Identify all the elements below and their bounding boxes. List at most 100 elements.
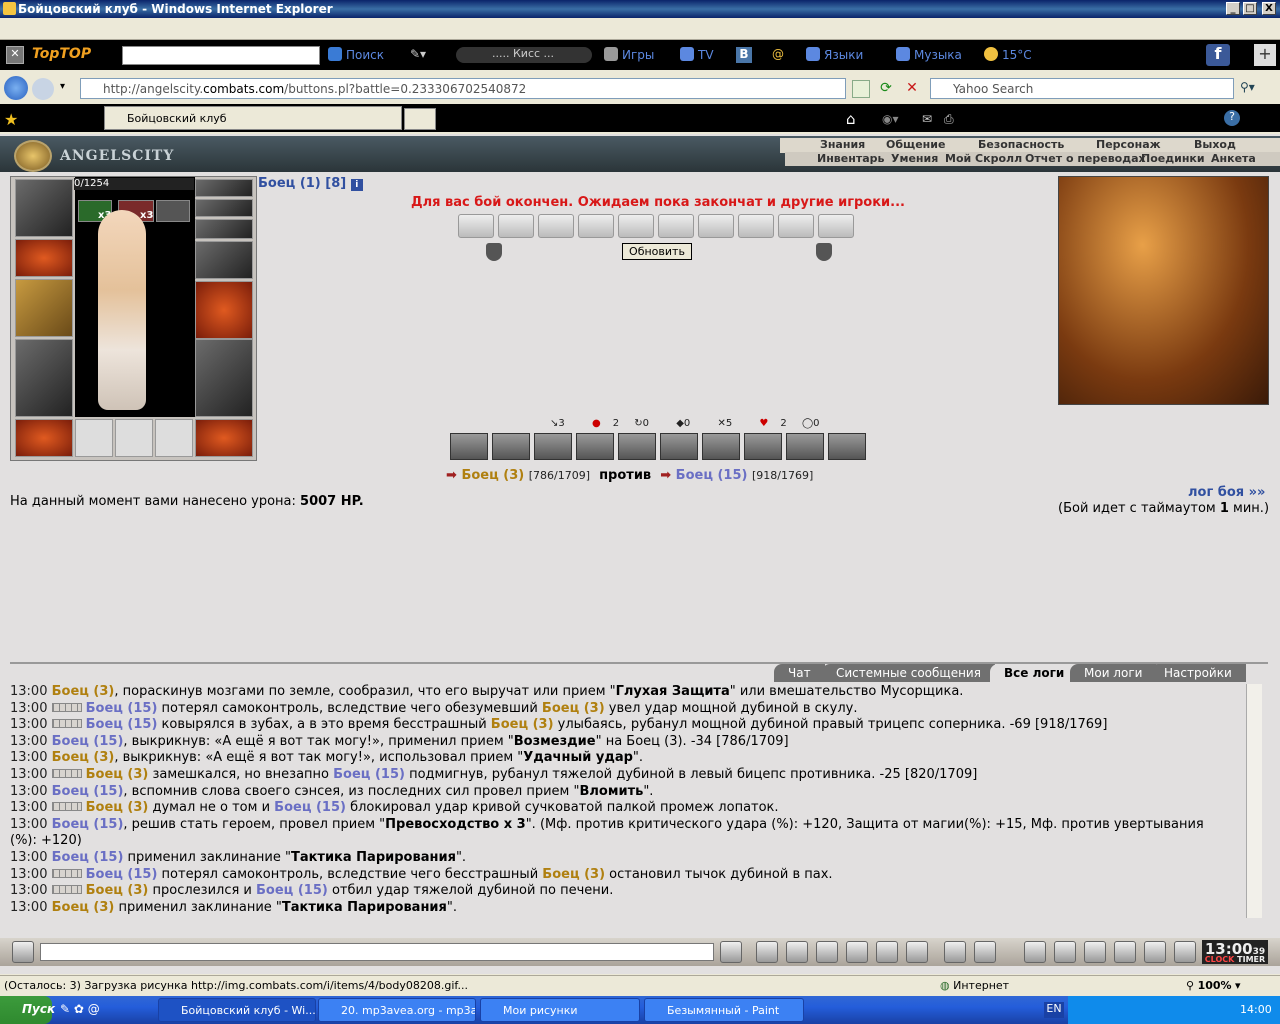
home-icon[interactable]: ⌂ — [846, 110, 856, 128]
scroll-slot-4[interactable] — [578, 214, 614, 238]
amulet-slot[interactable] — [195, 199, 253, 217]
bracers-slot[interactable] — [15, 239, 73, 277]
yahoo-search-input[interactable]: Yahoo Search — [930, 78, 1234, 99]
fighter-icon[interactable] — [846, 941, 868, 963]
clear-icon[interactable] — [756, 941, 778, 963]
tab-chat[interactable]: Чат — [774, 664, 825, 682]
history-dropdown-icon[interactable]: ▾ — [60, 81, 65, 92]
forward-button[interactable] — [32, 78, 54, 100]
back-button[interactable] — [4, 76, 28, 100]
quicklaunch-icons[interactable]: ✎ ✿ @ — [60, 1002, 100, 1016]
help-icon[interactable]: ? — [1224, 110, 1240, 126]
clan-icon[interactable] — [974, 941, 996, 963]
task-paint[interactable]: Безымянный - Paint — [644, 998, 804, 1022]
pen-tool-icon[interactable]: ✎▾ — [410, 47, 440, 63]
shield-slot[interactable] — [195, 281, 253, 339]
language-indicator[interactable]: EN — [1044, 1002, 1064, 1018]
skill-slot-8[interactable] — [744, 433, 782, 460]
filter-icon[interactable] — [786, 941, 808, 963]
effect-icon-3[interactable] — [156, 200, 190, 222]
vk-icon[interactable]: B — [736, 47, 752, 63]
submenu-profile[interactable]: Анкета — [1211, 152, 1256, 165]
rings-slot[interactable] — [195, 219, 253, 239]
toolbar-languages[interactable]: Языки — [806, 47, 863, 62]
skill-slot-4[interactable] — [576, 433, 614, 460]
favorites-star-icon[interactable]: ★ — [4, 110, 18, 129]
toolbar-search-input[interactable] — [122, 46, 320, 65]
menu-exit[interactable]: Выход — [1194, 138, 1236, 151]
pocket-slot-1[interactable] — [75, 419, 113, 457]
skill-slot-5[interactable] — [618, 433, 656, 460]
submenu-inventory[interactable]: Инвентарь — [817, 152, 884, 165]
minimize-button[interactable]: _ — [1226, 2, 1240, 15]
scroll-slot-3[interactable] — [538, 214, 574, 238]
submenu-battles[interactable]: Поединки — [1141, 152, 1205, 165]
pocket-slot-3[interactable] — [155, 419, 193, 457]
toptop-logo[interactable]: TopTOP — [32, 46, 91, 62]
mail-toolbar-icon[interactable]: ✉ — [922, 112, 932, 126]
skill-slot-10[interactable] — [828, 433, 866, 460]
quests-icon[interactable] — [1114, 941, 1136, 963]
submenu-my-scroll[interactable]: Мой Скролл — [945, 152, 1022, 165]
sound-icon[interactable] — [906, 941, 928, 963]
scroll-slot-6[interactable] — [658, 214, 694, 238]
search-go-icon[interactable]: ⚲▾ — [1240, 80, 1270, 98]
scroll-slot-7[interactable] — [698, 214, 734, 238]
toolbar-tv[interactable]: TV — [680, 47, 714, 62]
add-icon[interactable]: + — [1254, 44, 1276, 66]
tab-system-messages[interactable]: Системные сообщения — [822, 664, 995, 682]
toolbar-music[interactable]: Музыка — [896, 47, 962, 62]
media-player[interactable]: ..... Кисс ... — [456, 47, 592, 63]
submenu-transfer-report[interactable]: Отчет о переводах — [1025, 152, 1146, 165]
friends-icon[interactable] — [1084, 941, 1106, 963]
skill-slot-2[interactable] — [492, 433, 530, 460]
maximize-button[interactable]: □ — [1243, 2, 1257, 15]
task-combats[interactable]: Бойцовский клуб - Wi... — [158, 998, 316, 1022]
player1-name[interactable]: Боец (3) — [461, 468, 524, 483]
facebook-icon[interactable]: f — [1206, 44, 1230, 66]
scroll-slot-8[interactable] — [738, 214, 774, 238]
armor-slot[interactable] — [15, 339, 73, 417]
smiley-icon[interactable] — [944, 941, 966, 963]
close-button[interactable]: X — [1262, 2, 1276, 15]
info-icon[interactable]: i — [350, 179, 363, 191]
player2-name[interactable]: Боец (15) — [676, 468, 748, 483]
save-icon[interactable] — [816, 941, 838, 963]
refresh-button[interactable]: Обновить — [622, 243, 692, 260]
fighter-name[interactable]: Боец (1) [8] i — [258, 176, 363, 191]
earrings-slot[interactable] — [195, 179, 253, 197]
submenu-skills[interactable]: Умения — [891, 152, 938, 165]
bag-icon[interactable] — [1024, 941, 1046, 963]
toolbar-games[interactable]: Игры — [604, 47, 654, 62]
chat-input[interactable] — [40, 943, 714, 961]
scroll-slot-9[interactable] — [778, 214, 814, 238]
compat-icon[interactable] — [852, 80, 870, 98]
tab-my-logs[interactable]: Мои логи — [1070, 664, 1157, 682]
skill-slot-3[interactable] — [534, 433, 572, 460]
log-scrollbar[interactable] — [1246, 684, 1262, 918]
tab-settings[interactable]: Настройки — [1150, 664, 1246, 682]
scroll-slot-10[interactable] — [818, 214, 854, 238]
battle-log-link[interactable]: лог боя »» — [1188, 485, 1265, 500]
menu-character[interactable]: Персонаж — [1096, 138, 1161, 151]
address-bar[interactable]: http://angelscity.combats.com/buttons.pl… — [80, 78, 846, 99]
feeds-icon[interactable]: ◉▾ — [882, 112, 899, 126]
toolbar-weather[interactable]: 15°C — [984, 47, 1032, 62]
scroll-slot-5[interactable] — [618, 214, 654, 238]
boots-slot[interactable] — [195, 419, 253, 457]
pocket-slot-2[interactable] — [115, 419, 153, 457]
lock-icon[interactable] — [1144, 941, 1166, 963]
scroll-slot-2[interactable] — [498, 214, 534, 238]
skill-slot-7[interactable] — [702, 433, 740, 460]
skill-slot-1[interactable] — [450, 433, 488, 460]
send-icon[interactable] — [720, 941, 742, 963]
menu-knowledge[interactable]: Знания — [820, 138, 865, 151]
toolbar-search-button[interactable]: Поиск — [328, 47, 384, 62]
belt-slot[interactable] — [15, 419, 73, 457]
exit-icon[interactable] — [1174, 941, 1196, 963]
scroll-icon[interactable] — [1054, 941, 1076, 963]
mail-icon[interactable]: @ — [772, 47, 784, 61]
refresh-icon[interactable]: ⟳ — [876, 80, 896, 98]
menu-communication[interactable]: Общение — [886, 138, 945, 151]
zoom-level[interactable]: ⚲ 100% ▾ — [1186, 979, 1241, 992]
